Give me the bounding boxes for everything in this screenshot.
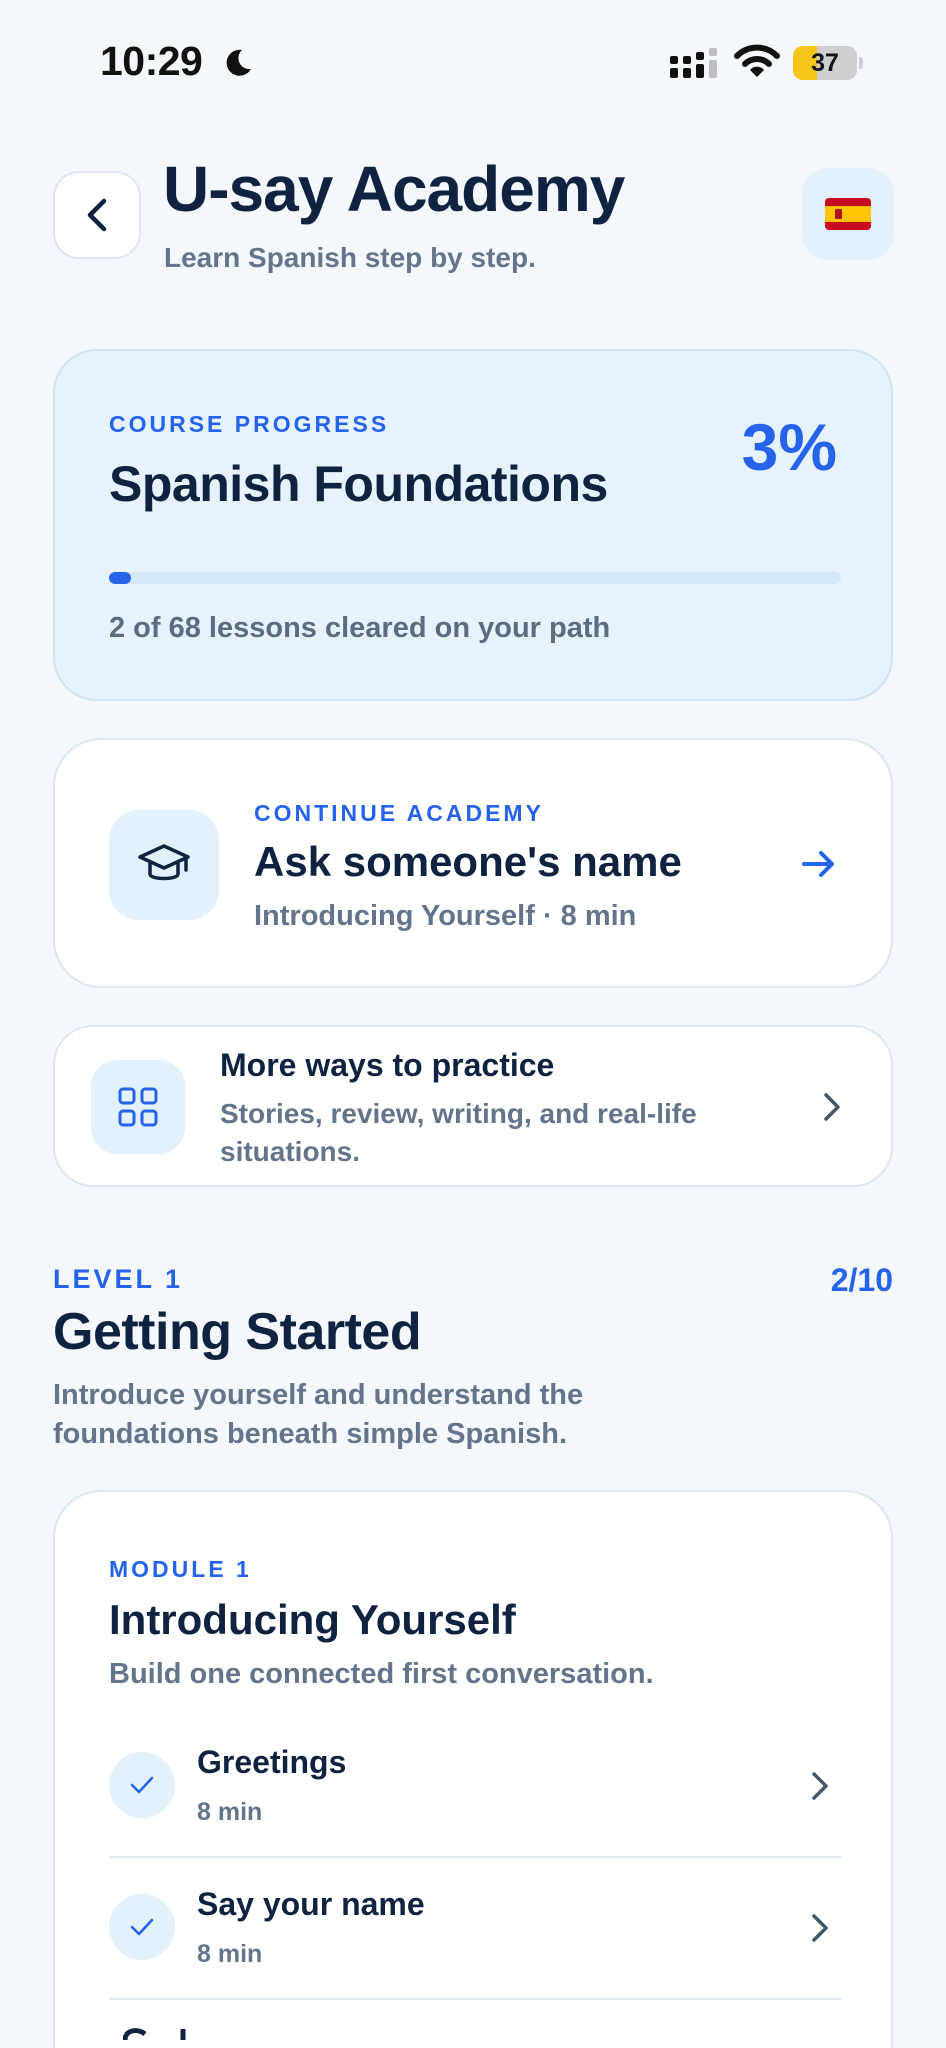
grid-icon [118,1087,158,1127]
completed-badge [109,1894,175,1960]
continue-academy-label: CONTINUE ACADEMY [254,800,544,826]
completed-badge [109,1752,175,1818]
moon-icon [226,49,251,76]
course-title: Spanish Foundations [109,456,608,512]
back-button[interactable] [53,171,141,259]
module-description: Build one connected first conversation. [109,1658,654,1690]
continue-academy-card[interactable]: CONTINUE ACADEMY Ask someone's name Intr… [53,738,893,988]
lessons-cleared-caption: 2 of 68 lessons cleared on your path [109,612,611,644]
level-label: LEVEL 1 [53,1264,184,1294]
page-subtitle: Learn Spanish step by step. [164,242,536,273]
lesson-row[interactable]: Greetings 8 min [109,1716,841,1858]
language-flag-button[interactable] [802,168,894,260]
more-practice-card[interactable]: More ways to practice Stories, review, w… [53,1025,893,1187]
chevron-right-icon [812,1914,828,1942]
status-bar: 10:29 37 [0,0,946,120]
academy-screen: 10:29 37 U-say Academy Learn Spanish ste… [0,0,946,2048]
practice-description: Stories, review, writing, and real-life … [220,1098,697,1167]
course-progress-bar [109,572,841,584]
module-card: MODULE 1 Introducing Yourself Build one … [53,1490,893,2048]
next-lesson-title: Ask someone's name [254,838,682,885]
course-progress-label: COURSE PROGRESS [109,411,390,437]
lesson-title: Say your name [197,1886,425,1922]
lesson-icon-container [109,810,219,920]
module-title: Introducing Yourself [109,1596,516,1643]
next-lesson-meta: Introducing Yourself · 8 min [254,900,637,932]
course-progress-fill [109,572,131,584]
chevron-right-icon [812,1772,828,1800]
spain-flag-icon [825,198,871,230]
level-progress-count: 2/10 [830,1262,893,1298]
lesson-row-partial[interactable] [109,2000,841,2048]
practice-title: More ways to practice [220,1047,555,1083]
clipped-lesson-title [123,2028,186,2040]
level-title: Getting Started [53,1303,422,1361]
cellular-signal-icon [670,48,717,78]
course-progress-percent: 3% [741,410,837,484]
practice-icon-container [91,1060,185,1154]
checkmark-icon [130,1918,154,1936]
level-description: Introduce yourself and understand the fo… [53,1379,584,1450]
battery-percent: 37 [811,49,839,77]
chevron-right-icon [824,1093,840,1121]
lesson-duration: 8 min [197,1798,263,1826]
status-time: 10:29 [100,38,203,84]
checkmark-icon [130,1776,154,1794]
chevron-left-icon [87,198,107,232]
course-progress-card: COURSE PROGRESS Spanish Foundations 3% 2… [53,349,893,701]
lesson-title: Greetings [197,1744,347,1780]
graduation-cap-icon [138,844,190,881]
module-label: MODULE 1 [109,1556,252,1582]
page-title: U-say Academy [163,153,625,225]
arrow-right-icon [802,851,834,877]
battery-indicator: 37 [793,46,863,80]
lesson-duration: 8 min [197,1940,263,1968]
lesson-row[interactable]: Say your name 8 min [109,1858,841,2000]
wifi-icon [734,44,780,77]
